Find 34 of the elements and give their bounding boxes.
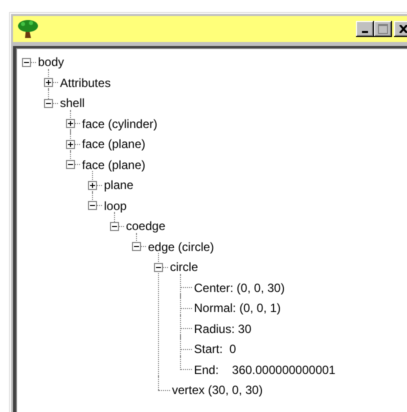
- tree-item[interactable]: Center: (0, 0, 30): [194, 280, 285, 295]
- expand-toggle[interactable]: [88, 180, 97, 190]
- expand-toggle[interactable]: [66, 140, 75, 149]
- tree-item[interactable]: End: 360.000000000001: [194, 362, 336, 377]
- collapse-toggle[interactable]: [110, 222, 119, 231]
- collapse-toggle[interactable]: [44, 98, 53, 108]
- expand-toggle[interactable]: [44, 78, 53, 88]
- tree-item[interactable]: shell: [60, 96, 85, 110]
- tree-item[interactable]: coedge: [126, 219, 166, 234]
- close-button[interactable]: [394, 21, 407, 37]
- tree-item[interactable]: circle: [170, 260, 198, 274]
- tree-item[interactable]: Normal: (0, 0, 1): [194, 301, 281, 316]
- tree-item[interactable]: face (plane): [82, 137, 146, 152]
- collapse-toggle[interactable]: [154, 262, 163, 272]
- collapse-toggle[interactable]: [88, 201, 97, 210]
- expand-toggle[interactable]: [66, 119, 75, 128]
- tree-item[interactable]: plane: [104, 178, 134, 192]
- tree-item[interactable]: face (cylinder): [82, 116, 158, 131]
- tree-item[interactable]: Start: 0: [194, 342, 236, 356]
- maximize-button[interactable]: [374, 21, 392, 37]
- tree-item[interactable]: Radius: 30: [194, 322, 252, 336]
- collapse-toggle[interactable]: [66, 160, 75, 170]
- collapse-toggle[interactable]: [132, 242, 141, 252]
- tree-item[interactable]: body: [38, 55, 64, 70]
- tree-item[interactable]: vertex (30, 0, 30): [172, 383, 263, 398]
- maximize-icon: [378, 24, 388, 34]
- tree-item[interactable]: loop: [104, 198, 127, 213]
- tree-item[interactable]: face (plane): [82, 158, 146, 172]
- collapse-toggle[interactable]: [22, 58, 31, 67]
- tree-item[interactable]: Attributes: [60, 76, 111, 90]
- minimize-button[interactable]: [356, 21, 374, 37]
- tree-item[interactable]: edge (circle): [148, 240, 214, 254]
- tree-icon: [17, 19, 39, 39]
- close-icon: [398, 25, 407, 33]
